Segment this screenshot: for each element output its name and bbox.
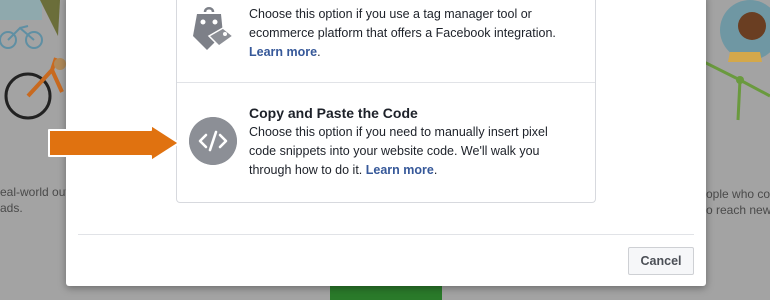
code-icon <box>189 117 237 165</box>
link-suffix: . <box>433 163 438 177</box>
background-text-line: o reach new <box>706 203 770 217</box>
option-code-title: Copy and Paste the Code <box>249 105 418 121</box>
option-partner-description-text: Choose this option if you use a tag mana… <box>249 7 556 40</box>
people-illustration <box>700 0 770 140</box>
background-text-line: eal-world outc <box>0 185 66 199</box>
link-suffix: . <box>317 45 321 59</box>
footer-divider <box>78 234 694 235</box>
bicycle-illustration <box>0 0 70 140</box>
background-text-line: ads. <box>0 201 23 215</box>
option-partner-description: Choose this option if you use a tag mana… <box>249 5 569 62</box>
option-code-description: Choose this option if you need to manual… <box>249 123 569 180</box>
option-partner-integration[interactable]: Choose this option if you use a tag mana… <box>177 0 595 83</box>
shopping-tags-icon <box>193 7 235 50</box>
learn-more-link[interactable]: Learn more <box>366 163 434 177</box>
learn-more-link[interactable]: Learn more <box>249 45 317 59</box>
cancel-button[interactable]: Cancel <box>628 247 694 275</box>
background-text-right: ople who cor o reach new <box>706 186 770 218</box>
background-text-left: eal-world outc ads. <box>0 184 66 216</box>
option-copy-paste-code[interactable]: Copy and Paste the Code Choose this opti… <box>177 83 595 201</box>
background-green-button <box>330 286 442 300</box>
setup-options-list: Choose this option if you use a tag mana… <box>176 0 596 203</box>
orange-arrow-callout-icon <box>48 124 180 162</box>
background-text-line: ople who cor <box>706 187 770 201</box>
